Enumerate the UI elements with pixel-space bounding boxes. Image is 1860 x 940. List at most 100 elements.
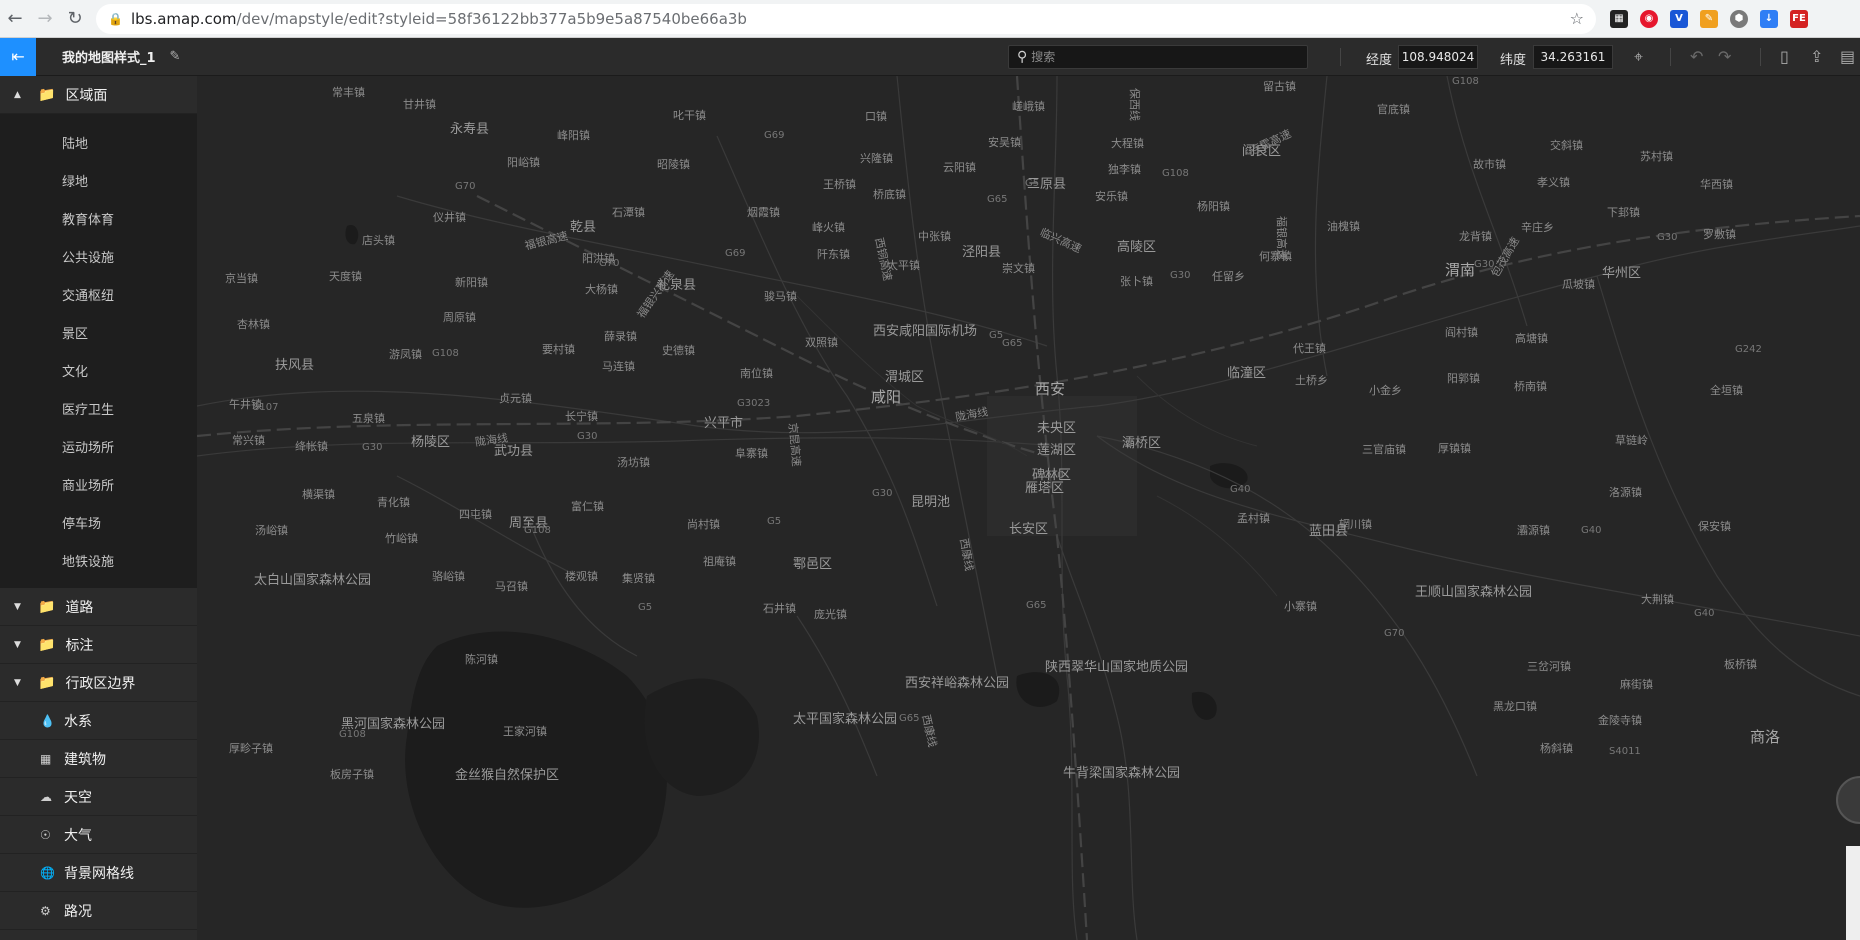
road-number-label: G108 <box>1452 76 1479 87</box>
forward-arrow-icon[interactable]: → <box>30 4 60 34</box>
style-name: 我的地图样式_1 <box>62 51 156 66</box>
group-label: 标注 <box>65 637 94 654</box>
place-label: 高塘镇 <box>1515 332 1548 345</box>
place-label: 大杨镇 <box>585 283 618 296</box>
place-label: 新阳镇 <box>455 276 488 289</box>
back-arrow-icon[interactable]: ← <box>0 4 30 34</box>
group-roads[interactable]: ▼ 📁 道路 <box>0 588 197 626</box>
sub-item-parking[interactable]: 停车场 <box>0 506 197 544</box>
atmosphere-icon: ☉ <box>40 827 51 842</box>
place-label: 马连镇 <box>602 360 635 373</box>
place-label: 三官庙镇 <box>1362 443 1406 456</box>
place-label: 桥底镇 <box>873 188 906 201</box>
qr-extension-icon[interactable]: ▦ <box>1610 9 1628 28</box>
latitude-label: 纬度 <box>1500 53 1527 68</box>
group-label: 区域面 <box>65 87 108 104</box>
divider <box>1670 48 1671 66</box>
layer-traffic[interactable]: ⚙ 路况 <box>0 892 197 930</box>
sub-item-medical[interactable]: 医疗卫生 <box>0 392 197 430</box>
place-label: 王家河镇 <box>503 725 547 738</box>
place-label: 南位镇 <box>740 367 773 380</box>
bookmark-star-icon[interactable]: ☆ <box>1570 9 1584 28</box>
search-input[interactable] <box>1031 50 1282 64</box>
road-number-label: G30 <box>1170 270 1191 281</box>
undo-icon[interactable]: ↶ <box>1690 47 1703 66</box>
place-label: 杨阳镇 <box>1197 200 1230 213</box>
address-bar[interactable]: 🔒 lbs.amap.com /dev/mapstyle/edit?stylei… <box>96 3 1596 34</box>
redo-icon[interactable]: ↷ <box>1718 47 1731 66</box>
place-label: 西安咸阳国际机场 <box>873 324 978 339</box>
folder-icon: 📁 <box>38 674 56 691</box>
road-line <box>526 515 638 657</box>
place-label: 嵯峨镇 <box>1012 100 1045 113</box>
place-label: 要村镇 <box>542 343 575 356</box>
url-path: /dev/mapstyle/edit?styleid=58f36122bb377… <box>236 9 747 28</box>
v-extension-icon[interactable]: V <box>1670 9 1688 28</box>
sub-item-green[interactable]: 绿地 <box>0 164 197 202</box>
place-label: 陕西翠华山国家地质公园 <box>1045 660 1189 675</box>
road-number-label: G5 <box>767 516 782 527</box>
divider <box>1760 48 1761 66</box>
layer-label: 建筑物 <box>64 751 106 768</box>
publish-upload-icon[interactable]: ⇪ <box>1810 47 1823 66</box>
place-label: 中张镇 <box>918 230 951 243</box>
place-label: 代王镇 <box>1293 342 1326 355</box>
place-label: 集贤镇 <box>622 572 655 585</box>
place-label: 泾阳县 <box>962 245 1002 260</box>
fe-extension-icon[interactable]: FE <box>1790 9 1808 28</box>
place-label: 薛录镇 <box>604 330 637 343</box>
place-label: 华西镇 <box>1700 178 1733 191</box>
sub-item-public[interactable]: 公共设施 <box>0 240 197 278</box>
brush-extension-icon[interactable]: ✎ <box>1700 9 1718 28</box>
layer-building[interactable]: ▦ 建筑物 <box>0 740 197 778</box>
road-number-label: S4011 <box>1609 746 1641 757</box>
place-label: 阳郭镇 <box>1447 372 1480 385</box>
sub-item-land[interactable]: 陆地 <box>0 126 197 164</box>
road-number-label: G30 <box>577 431 598 442</box>
cloud-icon: ☁ <box>40 789 52 804</box>
sub-item-education[interactable]: 教育体育 <box>0 202 197 240</box>
place-label: 富仁镇 <box>571 500 604 513</box>
pencil-icon[interactable]: ✎ <box>170 49 181 64</box>
sub-item-culture[interactable]: 文化 <box>0 354 197 392</box>
latitude-value[interactable]: 34.263161 <box>1533 45 1613 69</box>
caret-down-icon: ▼ <box>14 601 21 612</box>
road-number-label: G30 <box>1657 232 1678 243</box>
place-label: 横渠镇 <box>302 488 335 501</box>
road-line <box>1446 76 1528 327</box>
hexagon-extension-icon[interactable]: ⬢ <box>1730 9 1748 28</box>
share-icon[interactable]: ▤ <box>1840 47 1855 66</box>
locate-crosshair-icon[interactable]: ⌖ <box>1634 47 1643 67</box>
group-region[interactable]: ▲ 📁 区域面 <box>0 76 197 114</box>
place-label: 龙背镇 <box>1459 230 1492 243</box>
place-label: 金丝猴自然保护区 <box>455 768 560 783</box>
place-label: 官底镇 <box>1377 103 1410 116</box>
weibo-extension-icon[interactable]: ◉ <box>1640 9 1658 28</box>
place-label: 桥南镇 <box>1514 380 1547 393</box>
sub-item-scenic[interactable]: 景区 <box>0 316 197 354</box>
road-number-label: G5 <box>989 330 1004 341</box>
sub-item-sports[interactable]: 运动场所 <box>0 430 197 468</box>
place-label: 留古镇 <box>1263 80 1296 93</box>
place-label: 石潭镇 <box>612 206 645 219</box>
group-labels[interactable]: ▼ 📁 标注 <box>0 626 197 664</box>
layer-sky[interactable]: ☁ 天空 <box>0 778 197 816</box>
layer-water[interactable]: 💧 水系 <box>0 702 197 740</box>
sub-item-commercial[interactable]: 商业场所 <box>0 468 197 506</box>
reload-icon[interactable]: ↻ <box>60 4 90 34</box>
exit-icon[interactable]: ⇤ <box>0 37 36 76</box>
longitude-value[interactable]: 108.948024 <box>1398 45 1478 69</box>
group-admin-boundary[interactable]: ▼ 📁 行政区边界 <box>0 664 197 702</box>
sub-item-transport[interactable]: 交通枢纽 <box>0 278 197 316</box>
sub-item-metro[interactable]: 地铁设施 <box>0 544 197 582</box>
place-label: 板桥镇 <box>1724 658 1757 671</box>
zoom-control[interactable] <box>1846 846 1860 940</box>
download-extension-icon[interactable]: ↓ <box>1760 9 1778 28</box>
road-number-label: G70 <box>1384 628 1405 639</box>
layer-atmosphere[interactable]: ☉ 大气 <box>0 816 197 854</box>
map-canvas[interactable]: 西安 咸阳 渭南 商洛 西安咸阳国际机场 未央区 莲湖区 碑林区 雁塔区 灞桥区 长安区 临潼区 高陵区… <box>197 76 1860 940</box>
layer-label: 大气 <box>64 827 92 844</box>
mobile-preview-icon[interactable]: ▯ <box>1780 47 1789 66</box>
layer-grid[interactable]: 🌐 背景网格线 <box>0 854 197 892</box>
place-label: 安乐镇 <box>1095 190 1128 203</box>
